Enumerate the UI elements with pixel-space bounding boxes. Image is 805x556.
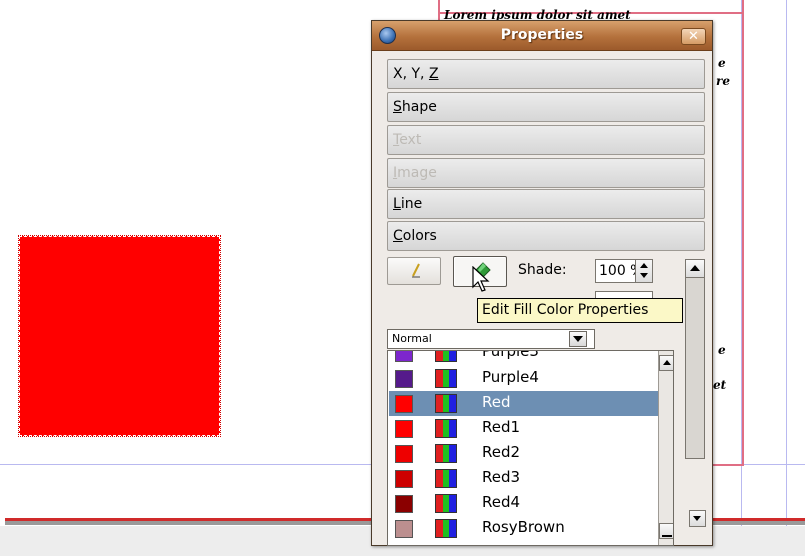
rgb-model-icon bbox=[435, 394, 457, 413]
list-scroll-up-button[interactable] bbox=[659, 355, 673, 371]
section-shape[interactable]: Shape bbox=[387, 92, 705, 122]
section-label: mage bbox=[397, 165, 437, 181]
window-titlebar[interactable]: Properties ✕ bbox=[372, 21, 712, 51]
color-swatch bbox=[395, 495, 413, 513]
color-swatch bbox=[395, 351, 413, 362]
scroll-up-button[interactable] bbox=[686, 260, 704, 278]
doc-text-fragment: et bbox=[713, 378, 727, 392]
panel-scroll-down-button[interactable] bbox=[689, 510, 706, 527]
rgb-model-icon bbox=[435, 351, 457, 362]
properties-window: Properties ✕ X, Y, Z Shape Text Image Li… bbox=[371, 20, 713, 546]
blend-mode-value: Normal bbox=[392, 332, 432, 345]
section-label: X, Y, bbox=[393, 66, 429, 82]
shade-spin-arrows[interactable] bbox=[635, 260, 652, 282]
section-line[interactable]: Line bbox=[387, 189, 705, 219]
color-swatch bbox=[395, 370, 413, 388]
shade-label: Shade: bbox=[518, 262, 567, 278]
rgb-model-icon bbox=[435, 519, 457, 538]
color-name: Purple4 bbox=[482, 368, 539, 386]
red-square-shape[interactable] bbox=[18, 235, 221, 437]
color-swatch bbox=[395, 420, 413, 438]
color-name: Red1 bbox=[482, 418, 521, 436]
section-text: Text bbox=[387, 125, 705, 155]
color-swatch bbox=[395, 470, 413, 488]
color-name: Red bbox=[482, 393, 511, 411]
chevron-down-icon bbox=[573, 336, 583, 342]
list-item[interactable]: RosyBrown bbox=[389, 516, 658, 541]
list-item[interactable]: Red2 bbox=[389, 441, 658, 466]
list-item[interactable]: Purple3 bbox=[389, 350, 658, 365]
window-title: Properties bbox=[500, 27, 584, 43]
spin-up-icon bbox=[640, 263, 648, 268]
spin-down-icon bbox=[640, 273, 648, 278]
panel-scrollbar[interactable] bbox=[685, 259, 705, 459]
section-mnemonic: Z bbox=[428, 66, 439, 82]
section-label: hape bbox=[401, 99, 437, 115]
doc-text-fragment: e bbox=[718, 343, 726, 357]
section-mnemonic: C bbox=[393, 228, 403, 244]
color-list[interactable]: Purple3 Purple4 Red Red1 Red2 Red3 Red4 … bbox=[387, 350, 674, 546]
line-color-button[interactable] bbox=[387, 257, 441, 285]
list-item-selected[interactable]: Red bbox=[389, 391, 658, 416]
color-name: RosyBrown bbox=[482, 518, 565, 536]
section-mnemonic: L bbox=[393, 196, 401, 212]
color-swatch bbox=[395, 520, 413, 538]
rgb-model-icon bbox=[435, 444, 457, 463]
arrow-up-icon bbox=[663, 360, 671, 365]
section-label: ine bbox=[400, 196, 423, 212]
color-name: Red2 bbox=[482, 443, 521, 461]
color-swatch bbox=[395, 445, 413, 463]
rgb-model-icon bbox=[435, 369, 457, 388]
section-label: ext bbox=[399, 132, 422, 148]
pen-icon bbox=[412, 263, 420, 278]
doc-text-fragment: re bbox=[716, 74, 730, 88]
color-list-scrollbar[interactable] bbox=[658, 351, 673, 545]
section-mnemonic: S bbox=[393, 99, 402, 115]
dropdown-button[interactable] bbox=[569, 331, 587, 347]
arrow-down-icon bbox=[693, 516, 701, 521]
list-item[interactable]: Purple4 bbox=[389, 366, 658, 391]
rgb-model-icon bbox=[435, 419, 457, 438]
list-scroll-down-button[interactable] bbox=[659, 523, 673, 539]
section-xyz[interactable]: X, Y, Z bbox=[387, 59, 705, 89]
list-item[interactable]: Red4 bbox=[389, 491, 658, 516]
color-swatch bbox=[395, 395, 413, 413]
vertical-guide-right bbox=[786, 0, 787, 526]
section-image: Image bbox=[387, 158, 705, 188]
rgb-model-icon bbox=[435, 469, 457, 488]
list-item[interactable]: Red3 bbox=[389, 466, 658, 491]
mouse-pointer-icon bbox=[472, 266, 490, 292]
rgb-model-icon bbox=[435, 494, 457, 513]
color-name: Red4 bbox=[482, 493, 521, 511]
color-name: Red3 bbox=[482, 468, 521, 486]
color-name: Purple3 bbox=[482, 350, 539, 360]
list-item[interactable]: Red1 bbox=[389, 416, 658, 441]
blend-mode-select[interactable]: Normal bbox=[387, 329, 595, 349]
section-colors[interactable]: Colors bbox=[387, 221, 705, 251]
scroll-end-icon bbox=[662, 535, 672, 537]
arrow-up-icon bbox=[690, 265, 700, 271]
fill-color-tooltip: Edit Fill Color Properties bbox=[477, 298, 683, 323]
close-button[interactable]: ✕ bbox=[681, 28, 706, 45]
doc-text-fragment: e bbox=[718, 56, 726, 70]
section-label: olors bbox=[402, 228, 437, 244]
